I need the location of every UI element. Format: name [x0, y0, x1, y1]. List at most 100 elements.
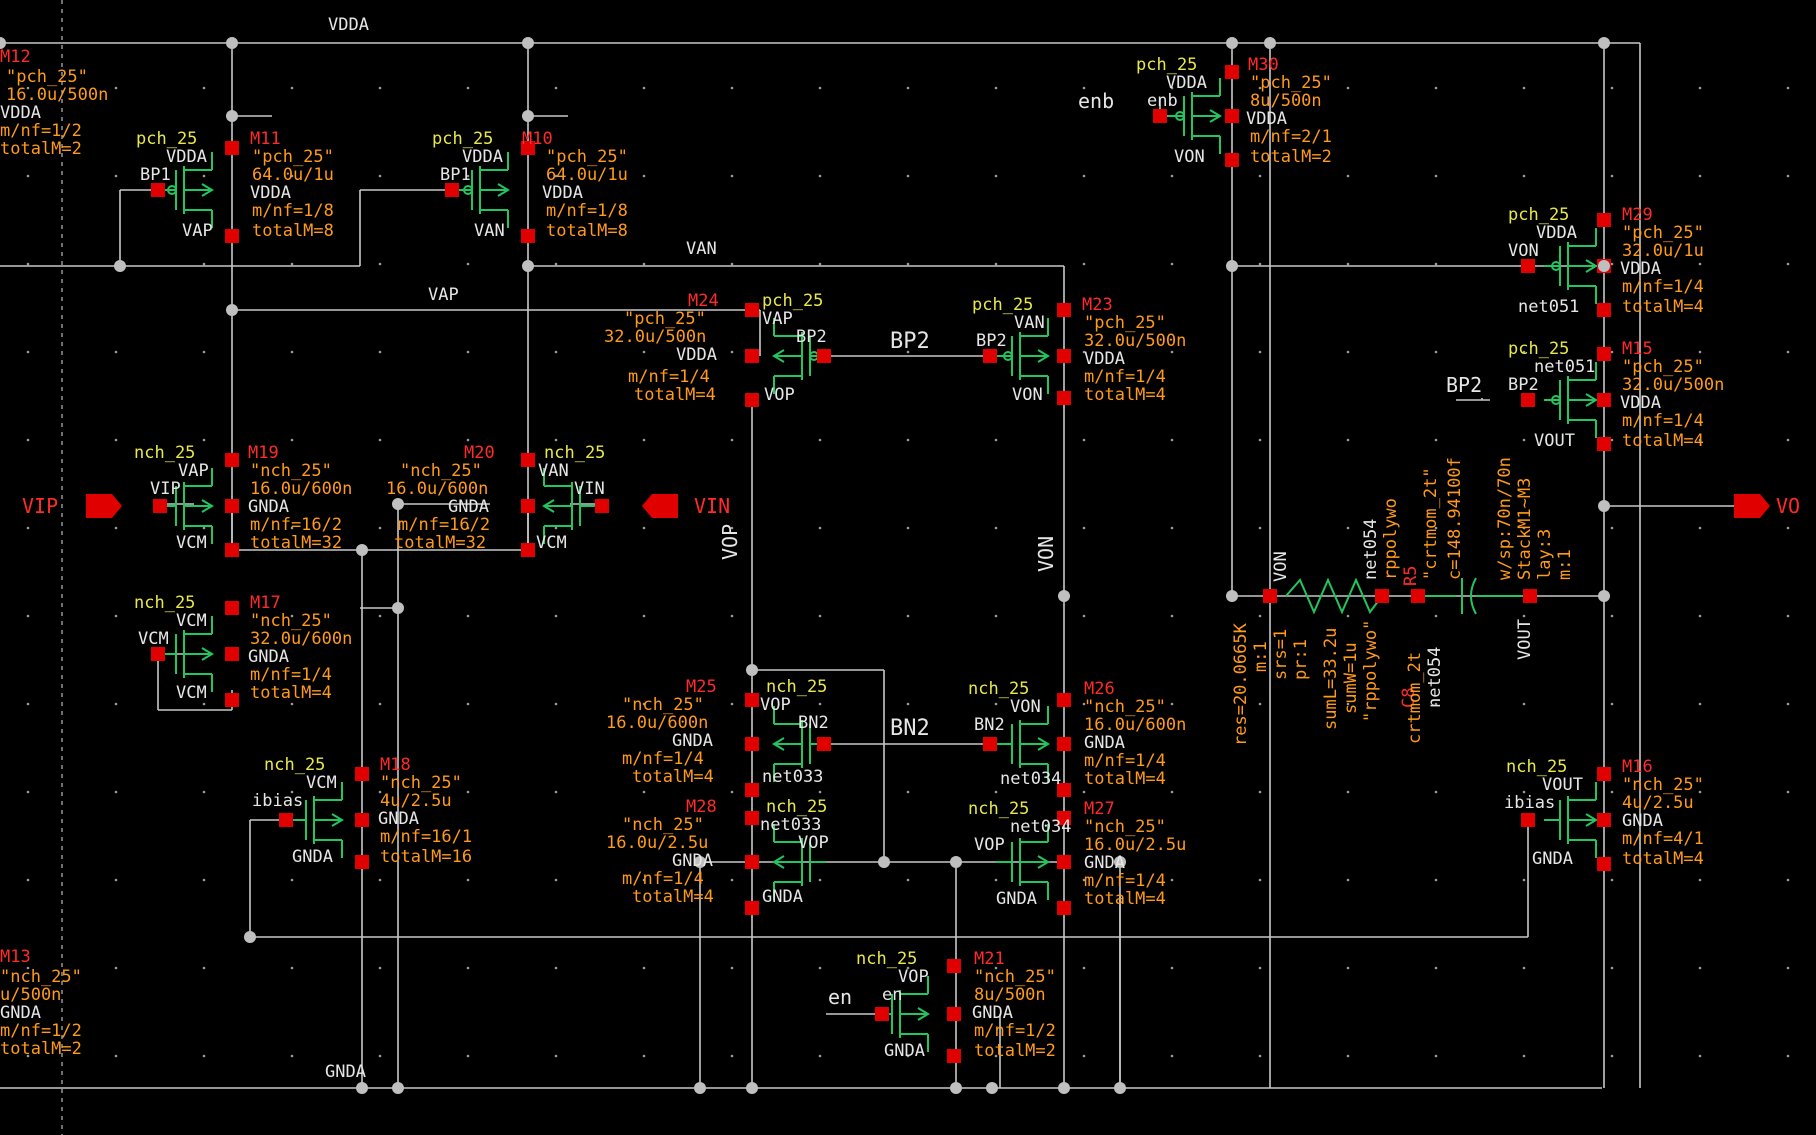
net-label-gnda: GNDA [325, 1062, 366, 1082]
mnf-param: m/nf=1/4 [1084, 751, 1166, 771]
model-type: pch_25 [1508, 339, 1569, 359]
source-label: GNDA [1622, 811, 1663, 831]
grid-dot [378, 614, 382, 618]
grid-dot [114, 438, 118, 442]
total-param: totalM=2 [1250, 147, 1332, 167]
pin-marker [445, 183, 459, 197]
grid-dot [906, 174, 910, 178]
drain-label: GNDA [762, 887, 803, 907]
size-param: 8u/500n [1250, 91, 1322, 111]
drain-label: VAP [182, 221, 213, 241]
device-m25: M25 nch_25 "nch_25" VOP 16.0u/600n BN2 G… [606, 677, 829, 787]
drain-label: GNDA [996, 889, 1037, 909]
grid-dot [290, 966, 294, 970]
grid-dot [906, 86, 910, 90]
source-label: VDDA [1246, 109, 1287, 129]
grid-dot [1082, 526, 1086, 530]
net-label-von: VON [1034, 536, 1058, 572]
junction-dot [1598, 590, 1610, 602]
bulk-label: VAP [178, 461, 209, 481]
drain-label: VON [1174, 147, 1205, 167]
total-param: totalM=4 [632, 767, 714, 787]
junction-dot [356, 544, 368, 556]
model-param: "nch_25" [974, 967, 1056, 987]
grid-dot [1082, 438, 1086, 442]
mnf-param: m/nf=1/2 [0, 1021, 82, 1041]
grid-dot [1170, 702, 1174, 706]
grid-dot [202, 350, 206, 354]
net-label-vop: VOP [718, 524, 742, 560]
grid-dot [1522, 86, 1526, 90]
grid-dot [1258, 350, 1262, 354]
size-param: 16.0u/600n [250, 479, 352, 499]
grid-dot [466, 350, 470, 354]
drain-label: VOP [764, 385, 795, 405]
instance-name: M25 [686, 677, 717, 697]
junction-dot [1114, 1082, 1126, 1094]
net-label-en: en [828, 985, 852, 1009]
grid-dot [1170, 526, 1174, 530]
grid-dot [554, 438, 558, 442]
mnf-param: m/nf=1/4 [1084, 367, 1166, 387]
pin-marker [745, 901, 759, 915]
pin-marker [1597, 813, 1611, 827]
device-m10: pch_25 M10 VDDA "pch_25" BP1 64.0u/1u VD… [432, 129, 628, 241]
grid-dot [642, 438, 646, 442]
grid-dot [1434, 174, 1438, 178]
total-param: totalM=8 [252, 221, 334, 241]
cap-sub: crtmom_2t [1405, 652, 1425, 744]
pin-marker [151, 647, 165, 661]
junction-dot [1058, 1082, 1070, 1094]
vip-pin-icon [86, 494, 122, 518]
instance-name: M29 [1622, 205, 1653, 225]
pin-marker [1597, 303, 1611, 317]
bulk-label: VOP [898, 967, 929, 987]
grid-dot [26, 438, 30, 442]
grid-dot [730, 614, 734, 618]
model-param: "nch_25" [1622, 775, 1704, 795]
total-param: totalM=2 [974, 1041, 1056, 1061]
pin-marker [745, 303, 759, 317]
resistor-param-6: "rppolywo" [1361, 620, 1381, 722]
source-label: VDDA [542, 183, 583, 203]
grid-dot [1522, 966, 1526, 970]
pin-marker [1411, 589, 1425, 603]
bulk-label: VDDA [166, 147, 207, 167]
instance-name: M24 [688, 291, 719, 311]
total-param: totalM=2 [0, 1039, 82, 1059]
resistor-net-b: net054 [1361, 519, 1381, 580]
size-param: u/500n [0, 985, 61, 1005]
cap-model: "crtmom_2t" [1421, 467, 1441, 580]
junction-dot [522, 37, 534, 49]
grid-dot [994, 174, 998, 178]
grid-dot [1610, 262, 1614, 266]
grid-dot [378, 350, 382, 354]
net-label-van: VAN [686, 239, 717, 259]
pin-marker [225, 453, 239, 467]
grid-dot [1610, 174, 1614, 178]
grid-dot [114, 614, 118, 618]
grid-dot [1610, 350, 1614, 354]
grid-dot [730, 966, 734, 970]
grid-dot [26, 790, 30, 794]
grid-dot [818, 174, 822, 178]
grid-dot [1346, 526, 1350, 530]
model-type: nch_25 [134, 443, 195, 463]
size-param: 16.0u/600n [1084, 715, 1186, 735]
grid-dot [378, 174, 382, 178]
net-label-vap: VAP [428, 285, 459, 305]
grid-dot [1434, 86, 1438, 90]
pin-marker [1057, 901, 1071, 915]
grid-dot [26, 350, 30, 354]
device-m27: nch_25 M27 net034 "nch_25" VOP 16.0u/2.5… [968, 799, 1186, 909]
resistor-param-1: m:1 [1251, 641, 1271, 672]
pin-marker [355, 813, 369, 827]
grid-dot [1698, 86, 1702, 90]
grid-dot [202, 526, 206, 530]
grid-dot [1170, 350, 1174, 354]
grid-dot [642, 262, 646, 266]
grid-dot [1434, 614, 1438, 618]
mnf-param: m/nf=1/4 [250, 665, 332, 685]
bulk-label: VOUT [1542, 775, 1583, 795]
total-param: totalM=32 [394, 533, 486, 553]
